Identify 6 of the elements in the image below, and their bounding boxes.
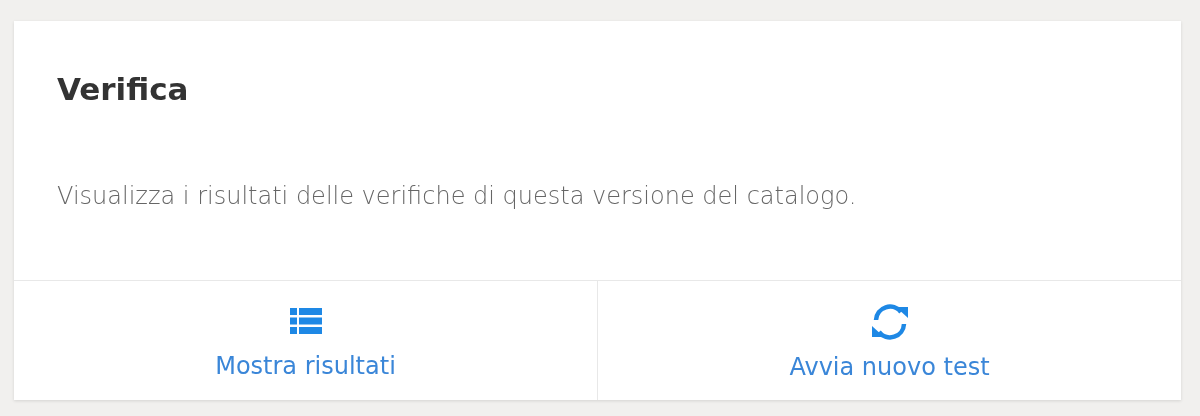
refresh-icon xyxy=(870,303,909,341)
card-description: Visualizza i risultati delle verifiche di questa versione del catalogo. xyxy=(57,181,858,211)
card-title: Verifica xyxy=(57,70,190,109)
show-results-button[interactable]: Mostra risultati xyxy=(14,281,597,400)
list-icon xyxy=(289,308,322,334)
start-test-button[interactable]: Avvia nuovo test xyxy=(597,281,1181,400)
